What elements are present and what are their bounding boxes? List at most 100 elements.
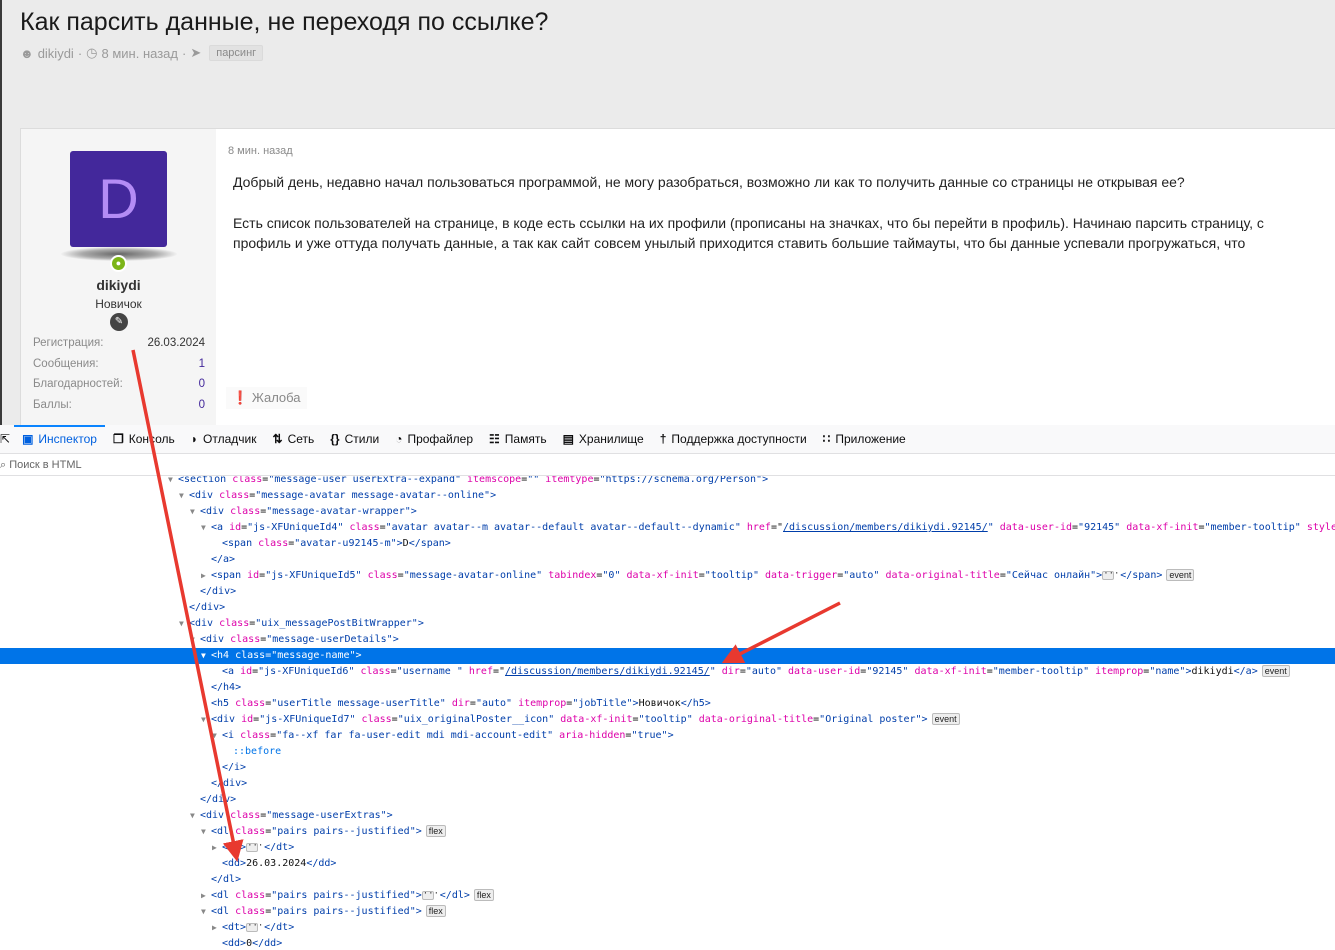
tree-node[interactable]: ▶ <dl class="pairs pairs--justified">··· … <box>0 888 1335 904</box>
report-button[interactable]: ❗ Жалоба <box>226 387 307 409</box>
expand-twisty-icon[interactable]: ▶ <box>201 568 211 584</box>
attr-name: class <box>235 650 266 661</box>
collapse-twisty-icon[interactable]: ▼ <box>190 504 200 520</box>
tree-node[interactable]: </div> <box>0 584 1335 600</box>
tab-memory[interactable]: ☷ Память <box>481 425 555 454</box>
tree-node[interactable]: ▶ <span id="js-XFUniqueId5" class="messag… <box>0 568 1335 584</box>
collapse-twisty-icon[interactable]: ▼ <box>201 824 211 840</box>
expand-ellipsis[interactable]: ··· <box>246 921 263 932</box>
attr-link[interactable]: /discussion/members/dikiydi.92145/ <box>505 666 710 677</box>
html-search-input[interactable]: ⌕ Поиск в HTML <box>0 454 1335 476</box>
tag-token: </a> <box>1233 666 1258 677</box>
tab-inspector[interactable]: ▣ Инспектор <box>14 424 105 454</box>
badge[interactable]: flex <box>425 825 446 837</box>
tree-node[interactable]: ▶ <dt>··· </dt> <box>0 920 1335 936</box>
tree-node[interactable]: <a id="js-XFUniqueId6" class="username "… <box>0 664 1335 680</box>
attr-name: data-xf-init <box>626 570 699 581</box>
tree-node[interactable]: </a> <box>0 552 1335 568</box>
collapse-twisty-icon[interactable]: ▼ <box>212 728 222 744</box>
tag-token: </dd> <box>306 858 337 869</box>
attr-link[interactable]: /discussion/members/dikiydi.92145/ <box>783 522 988 533</box>
tab-debugger[interactable]: ◗ Отладчик <box>183 425 265 454</box>
collapse-twisty-icon[interactable]: ▼ <box>190 632 200 648</box>
thread-author[interactable]: dikiydi <box>38 46 74 61</box>
tab-network[interactable]: ⇅ Сеть <box>265 425 323 454</box>
tag-token: </dt> <box>258 842 295 853</box>
tree-node[interactable]: <dd>0</dd> <box>0 936 1335 950</box>
tree-node[interactable]: </dl> <box>0 872 1335 888</box>
expand-twisty-icon[interactable]: ▶ <box>212 840 222 856</box>
attr-name: class <box>235 826 266 837</box>
tree-node[interactable]: ▼ <h4 class="message-name"> <box>0 648 1335 664</box>
tab-style-editor[interactable]: {} Стили <box>322 425 387 454</box>
tree-node[interactable]: ▶ <dt>··· </dt> <box>0 840 1335 856</box>
post-username[interactable]: dikiydi <box>21 277 216 293</box>
tree-node[interactable]: <dd>26.03.2024</dd> <box>0 856 1335 872</box>
tree-node[interactable]: ▼ <dl class="pairs pairs--justified"> flex <box>0 824 1335 840</box>
collapse-twisty-icon[interactable]: ▼ <box>190 808 200 824</box>
expand-ellipsis[interactable]: ··· <box>246 841 263 852</box>
tree-node[interactable]: </i> <box>0 760 1335 776</box>
expand-ellipsis[interactable]: ··· <box>421 889 439 900</box>
badge[interactable]: event <box>931 713 960 725</box>
online-status-icon[interactable]: ● <box>110 255 127 272</box>
tag-token: > <box>386 810 393 821</box>
post-time[interactable]: 8 мин. назад <box>228 145 293 157</box>
tree-node[interactable]: </h4> <box>0 680 1335 696</box>
tree-node[interactable]: ▼ <i class="fa--xf far fa-user-edit mdi m… <box>0 728 1335 744</box>
console-icon: ❐ <box>112 432 124 446</box>
tree-node[interactable]: ▼ <a id="js-XFUniqueId4" class="avatar av… <box>0 520 1335 536</box>
tab-console[interactable]: ❐ Консоль <box>105 425 183 454</box>
stat-value[interactable]: 1 <box>199 358 205 370</box>
tree-node[interactable]: <h5 class="userTitle message-userTitle" … <box>0 696 1335 712</box>
tree-node[interactable]: ▼ <div id="js-XFUniqueId7" class="uix_ori… <box>0 712 1335 728</box>
expand-twisty-icon[interactable]: ▶ <box>201 888 211 904</box>
avatar[interactable]: D <box>70 151 167 247</box>
stat-messages: Сообщения: 1 <box>33 358 205 370</box>
tree-node[interactable]: ▼ <div class="message-avatar-wrapper"> <box>0 504 1335 520</box>
text-node: Новичок <box>638 698 681 709</box>
tree-node[interactable]: ▼ <div class="uix_messagePostBitWrapper"> <box>0 616 1335 632</box>
badge[interactable]: event <box>1261 665 1290 677</box>
attr-value: "pairs pairs--justified" <box>271 826 416 837</box>
tab-accessibility[interactable]: † Поддержка доступности <box>652 425 815 454</box>
tree-node[interactable]: ▼ <dl class="pairs pairs--justified"> flex <box>0 904 1335 920</box>
tree-node[interactable]: ::before <box>0 744 1335 760</box>
attr-value: " <box>709 666 722 677</box>
badge[interactable]: flex <box>473 889 494 901</box>
debugger-icon: ◗ <box>190 432 199 446</box>
tree-node[interactable]: </div> <box>0 600 1335 616</box>
collapse-twisty-icon[interactable]: ▼ <box>168 476 178 488</box>
thread-tag[interactable]: парсинг <box>209 45 264 61</box>
tree-node[interactable]: <span class="avatar-u92145-m">D</span> <box>0 536 1335 552</box>
tree-node[interactable]: ▼ <section class="message-user userExtra-… <box>0 476 1335 488</box>
tab-application[interactable]: ∷ Приложение <box>815 425 914 454</box>
element-picker-icon[interactable]: ⇱ <box>0 425 14 454</box>
collapse-twisty-icon[interactable]: ▼ <box>201 904 211 920</box>
tab-profiler[interactable]: ◔ Профайлер <box>387 425 481 454</box>
collapse-twisty-icon[interactable]: ▼ <box>201 520 211 536</box>
tab-label: Память <box>504 432 547 446</box>
attr-name: dir <box>721 666 740 677</box>
collapse-twisty-icon[interactable]: ▼ <box>201 648 211 664</box>
stat-value: 0 <box>198 378 205 390</box>
thread-time[interactable]: 8 мин. назад <box>102 46 178 61</box>
tag-token: </div> <box>211 778 248 789</box>
stat-label: Баллы: <box>33 399 72 411</box>
badge[interactable]: flex <box>425 905 446 917</box>
tag-token: <dt> <box>222 842 247 853</box>
tree-node[interactable]: </div> <box>0 792 1335 808</box>
collapse-twisty-icon[interactable]: ▼ <box>179 488 189 504</box>
badge[interactable]: event <box>1166 569 1195 581</box>
tree-node[interactable]: </div> <box>0 776 1335 792</box>
tree-node[interactable]: ▼ <div class="message-userDetails"> <box>0 632 1335 648</box>
tree-node[interactable]: ▼ <div class="message-userExtras"> <box>0 808 1335 824</box>
tree-node[interactable]: ▼ <div class="message-avatar message-avat… <box>0 488 1335 504</box>
collapse-twisty-icon[interactable]: ▼ <box>201 712 211 728</box>
original-poster-icon[interactable]: ✎ <box>110 313 128 331</box>
tab-storage[interactable]: ▤ Хранилище <box>555 425 652 454</box>
expand-twisty-icon[interactable]: ▶ <box>212 920 222 936</box>
collapse-twisty-icon[interactable]: ▼ <box>179 616 189 632</box>
tag-token: <div <box>189 490 220 501</box>
expand-ellipsis[interactable]: ··· <box>1102 569 1119 580</box>
